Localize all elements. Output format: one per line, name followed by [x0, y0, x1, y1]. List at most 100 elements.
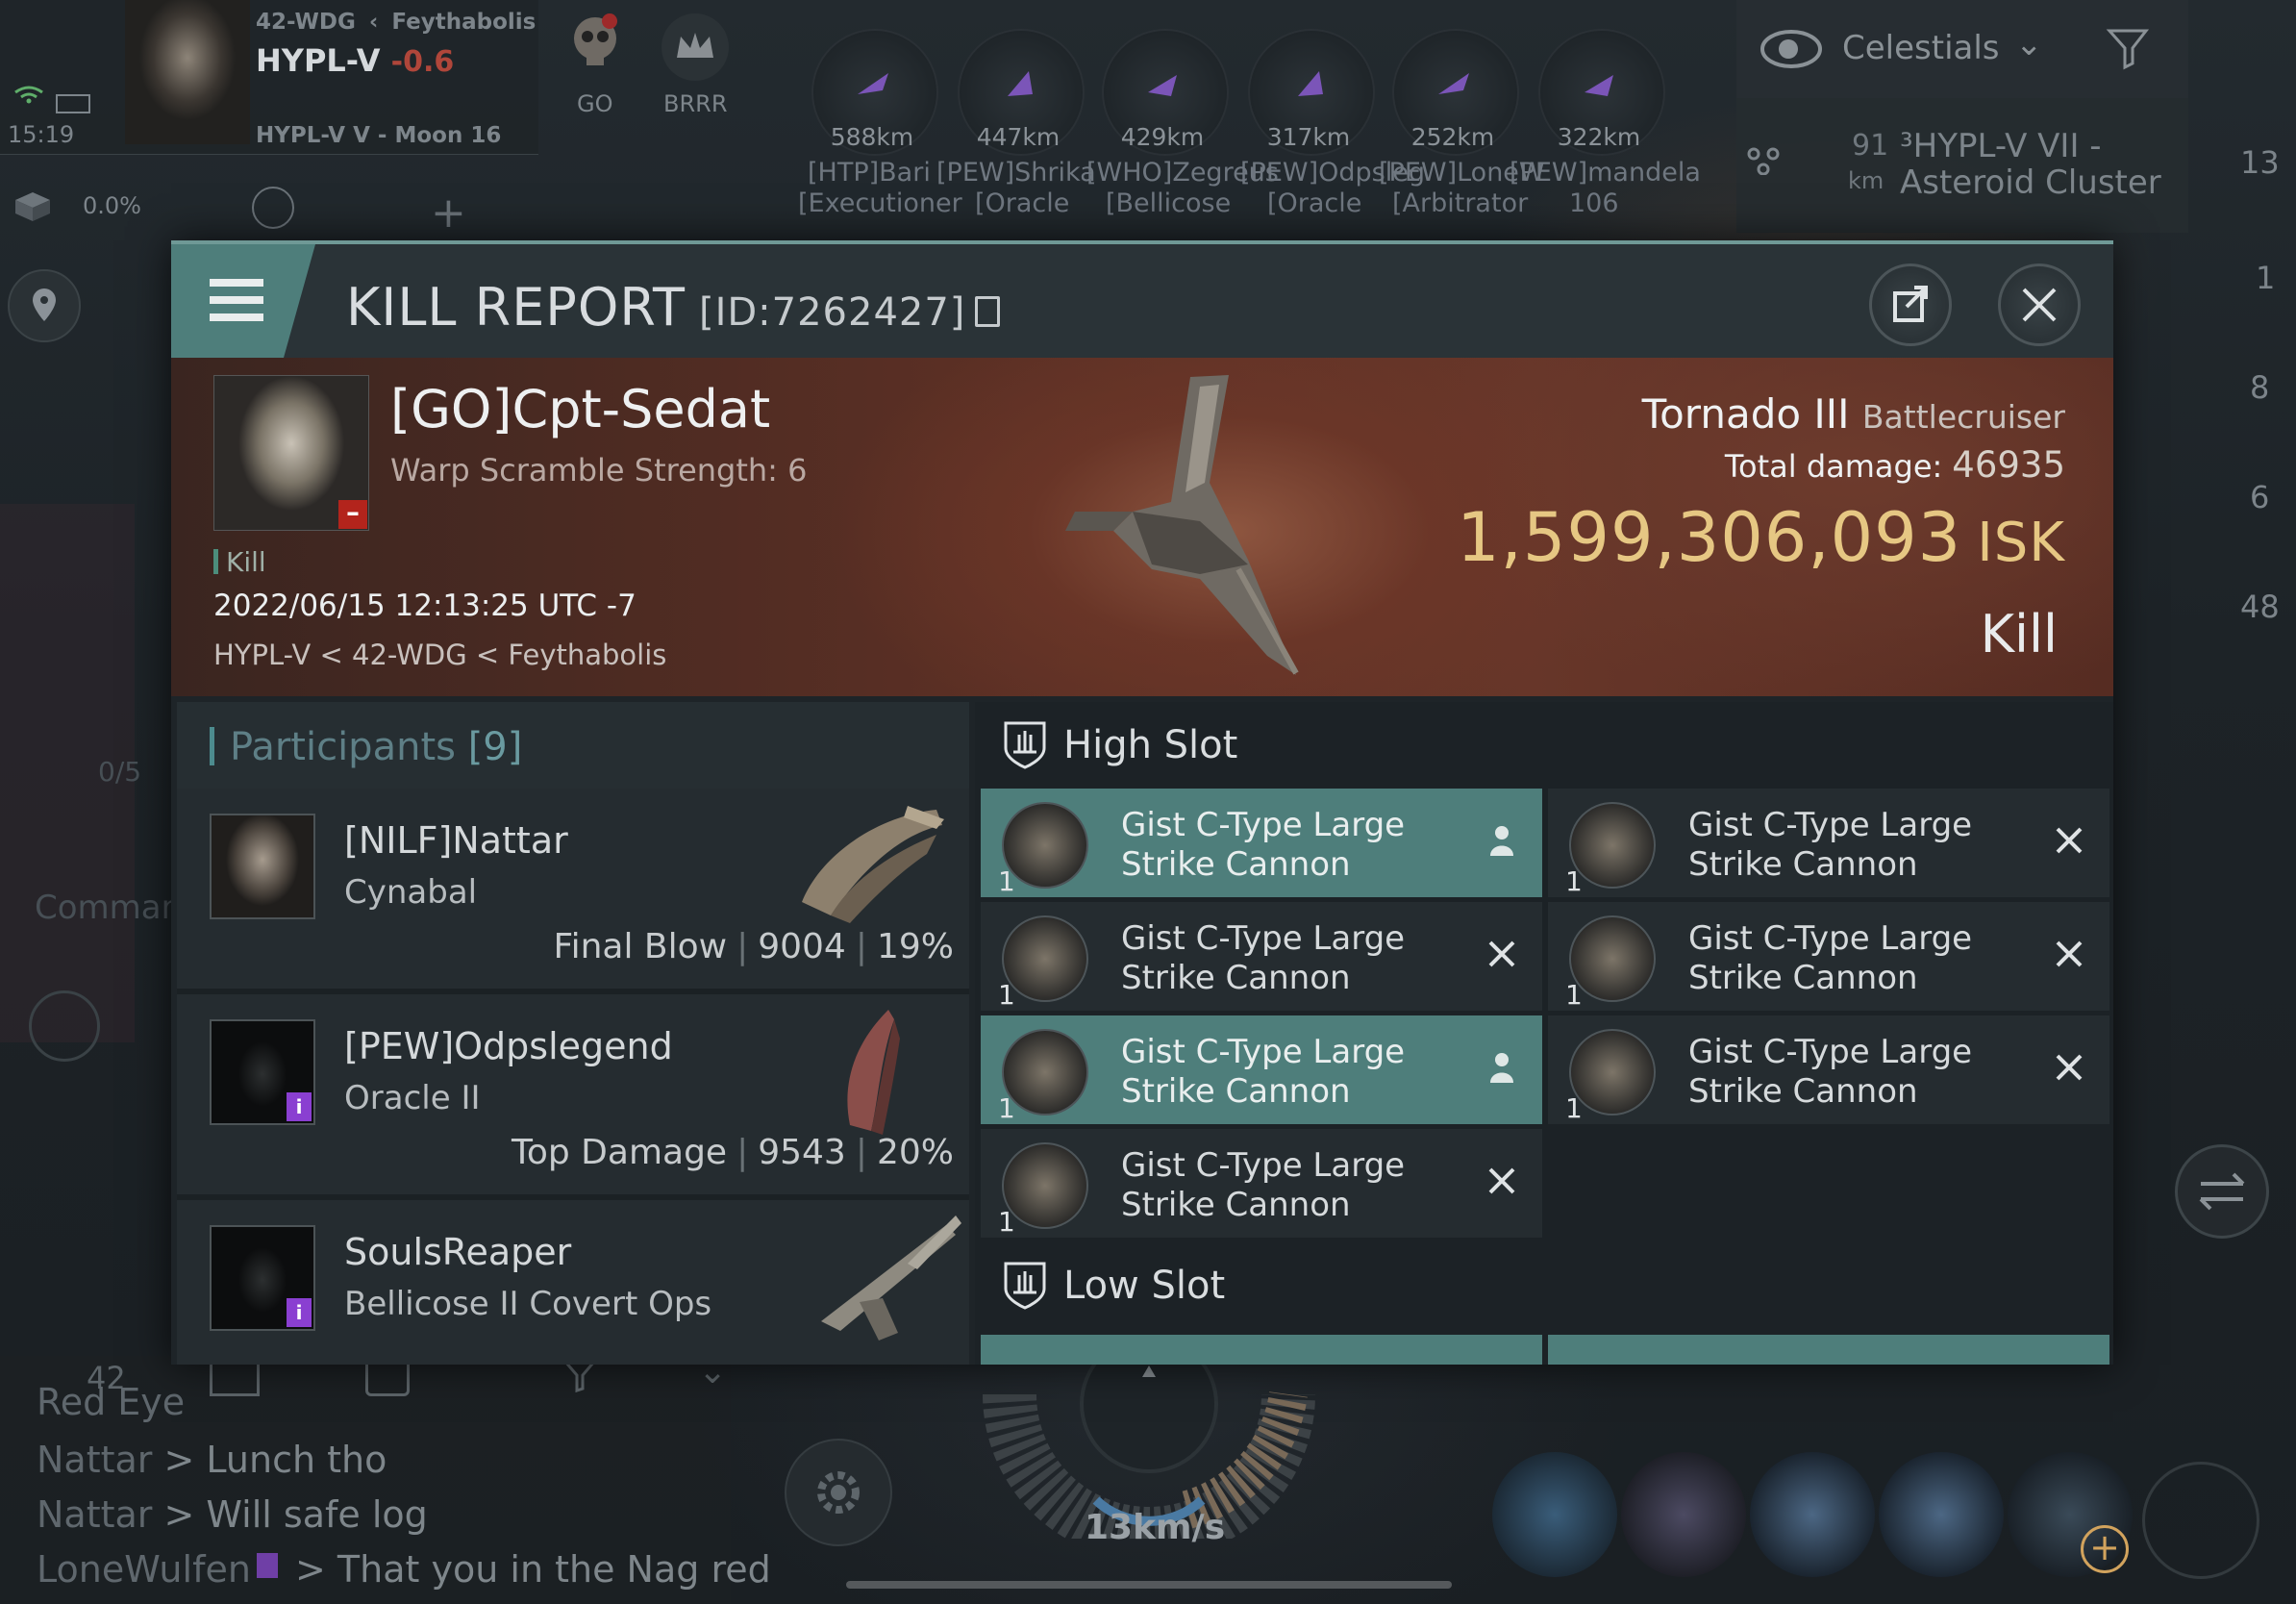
add-icon[interactable]: +: [431, 188, 466, 238]
ship-class: Battlecruiser: [1861, 398, 2065, 436]
victim-name[interactable]: [GO]Cpt-Sedat: [390, 379, 770, 439]
module-quantity: 1: [998, 865, 1015, 897]
kill-date: 2022/06/15 12:13:25 UTC -7: [213, 589, 636, 623]
kill-location[interactable]: HYPL-V < 42-WDG < Feythabolis: [213, 639, 666, 671]
settings-button[interactable]: [785, 1439, 892, 1546]
isk-unit: ISK: [1977, 512, 2065, 574]
participant-row[interactable]: i SoulsReaper Bellicose II Covert Ops: [177, 1200, 969, 1365]
overview-entry[interactable]: 588km: [811, 29, 938, 156]
location-pin-button[interactable]: [8, 269, 81, 342]
destroyed-x-icon: [2056, 1054, 2083, 1081]
distance-label: 322km: [1557, 123, 1641, 151]
fleet-tag-go: GO: [577, 90, 613, 117]
participant-ship-image[interactable]: [792, 796, 946, 931]
module-slot-button[interactable]: +: [2008, 1452, 2133, 1577]
damage-value: 46935: [1952, 444, 2065, 486]
participant-portrait[interactable]: i: [210, 1225, 315, 1331]
target-ship: [Oracle: [1267, 188, 1362, 218]
participant-name: [NILF]Nattar: [344, 819, 568, 862]
nav-target-panel[interactable]: 91 km ³HYPL-V VII - Asteroid Cluster: [1736, 98, 2188, 233]
overview-entry[interactable]: 317km: [1248, 29, 1375, 156]
eye-icon: [1760, 30, 1822, 68]
overview-entry[interactable]: 322km: [1538, 29, 1665, 156]
counter-moons[interactable]: 1: [2256, 260, 2275, 296]
counter-gates[interactable]: 48: [2240, 589, 2280, 625]
module-slot-button[interactable]: [1492, 1452, 1617, 1577]
module-item[interactable]: [1548, 1335, 2109, 1365]
participants-header[interactable]: Participants [9]: [177, 702, 969, 789]
counter-stations[interactable]: 6: [2250, 479, 2269, 515]
module-item[interactable]: 1 Gist C-Type Large Strike Cannon: [981, 789, 1542, 897]
overview-entry[interactable]: 447km: [958, 29, 1085, 156]
module-name-line: Strike Cannon: [1121, 1072, 1351, 1111]
share-button[interactable]: [1869, 263, 1952, 346]
location-name: HYPL-V V - Moon 16: [256, 123, 502, 148]
close-icon: [2022, 288, 2057, 322]
crown-icon[interactable]: [661, 13, 729, 81]
module-name: Gist C-Type Large Strike Cannon: [1121, 1033, 1467, 1112]
target-lock-button[interactable]: [29, 990, 100, 1062]
target-ship: 106: [1569, 188, 1619, 218]
low-slot-header[interactable]: Low Slot: [975, 1242, 2113, 1329]
module-name: Gist C-Type Large Strike Cannon: [1121, 919, 1467, 998]
module-name-line: Gist C-Type Large: [1121, 919, 1406, 958]
high-slot-header[interactable]: High Slot: [975, 702, 2113, 789]
swap-button[interactable]: [2175, 1144, 2269, 1239]
participant-row[interactable]: i [PEW]Odpslegend Oracle II Top Damage | 9…: [177, 994, 969, 1200]
title-bar: [210, 727, 214, 765]
cargo-icon[interactable]: [13, 190, 52, 223]
kill-tag-label: Kill: [226, 546, 266, 578]
counter-planets[interactable]: 8: [2250, 369, 2269, 406]
destroyed-x-icon: [2056, 940, 2083, 967]
victim-ship-image[interactable]: [1008, 367, 1411, 694]
filter-icon[interactable]: [2106, 25, 2154, 73]
dropped-person-icon: [1490, 1053, 1513, 1083]
separator: |: [855, 927, 867, 966]
participant-damage: 9543: [758, 1133, 846, 1172]
skull-icon[interactable]: [562, 10, 629, 77]
home-indicator[interactable]: [846, 1581, 1452, 1589]
victim-ship[interactable]: Tornado III Battlecruiser: [1642, 390, 2065, 438]
module-item[interactable]: 1 Gist C-Type Large Strike Cannon: [981, 1015, 1542, 1124]
region-text[interactable]: 42-WDG ‹ Feythabolis: [256, 10, 536, 35]
drone-icon[interactable]: [252, 187, 294, 229]
participant-ship-image[interactable]: [811, 1000, 965, 1135]
module-slot-button[interactable]: [1621, 1452, 1746, 1577]
module-slot-button[interactable]: [1879, 1452, 2004, 1577]
overview-entry[interactable]: 252km: [1392, 29, 1519, 156]
module-item[interactable]: 1 Gist C-Type Large Strike Cannon: [981, 1129, 1542, 1238]
player-portrait[interactable]: [125, 0, 250, 144]
participant-row[interactable]: [NILF]Nattar Cynabal Final Blow | 9004 | 19%: [177, 789, 969, 994]
route-icon: [1747, 147, 1780, 175]
module-slot-button[interactable]: [1750, 1452, 1875, 1577]
ship-icon: [1148, 75, 1177, 96]
participant-portrait[interactable]: i: [210, 1019, 315, 1125]
module-item[interactable]: 1 Gist C-Type Large Strike Cannon: [1548, 902, 2109, 1011]
damage-label: Total damage:: [1724, 448, 1943, 485]
module-name-line: Gist C-Type Large: [1121, 806, 1406, 844]
report-id: [ID:7262427]: [698, 290, 966, 335]
participant-portrait[interactable]: [210, 814, 315, 919]
battery-icon: [56, 94, 90, 113]
dropped-person-icon: [1490, 826, 1513, 856]
module-quantity: 1: [1565, 865, 1583, 897]
module-item[interactable]: 1 Gist C-Type Large Strike Cannon: [1548, 789, 2109, 897]
participants-panel: Participants [9] [NILF]Nattar Cynabal Fi…: [177, 702, 969, 1365]
module-slot-empty[interactable]: [2142, 1462, 2259, 1579]
result-label: Kill: [1980, 604, 2058, 664]
close-button[interactable]: [1998, 263, 2081, 346]
module-item[interactable]: [981, 1335, 1542, 1365]
copy-icon[interactable]: [975, 296, 1001, 327]
module-name: Gist C-Type Large Strike Cannon: [1688, 1033, 2034, 1112]
module-name: Gist C-Type Large Strike Cannon: [1688, 806, 2034, 885]
overview-entry[interactable]: 429km: [1102, 29, 1229, 156]
target-ship: [Oracle: [975, 188, 1070, 218]
system-name[interactable]: HYPL-V -0.6: [256, 42, 454, 79]
module-item[interactable]: 1 Gist C-Type Large Strike Cannon: [981, 902, 1542, 1011]
distance-label: 252km: [1410, 123, 1495, 151]
participant-ship-image[interactable]: [811, 1206, 965, 1341]
add-module-icon: +: [2081, 1525, 2129, 1573]
counter-hostiles[interactable]: 13: [2240, 144, 2280, 181]
module-item[interactable]: 1 Gist C-Type Large Strike Cannon: [1548, 1015, 2109, 1124]
participant-tag: Top Damage: [511, 1133, 728, 1172]
